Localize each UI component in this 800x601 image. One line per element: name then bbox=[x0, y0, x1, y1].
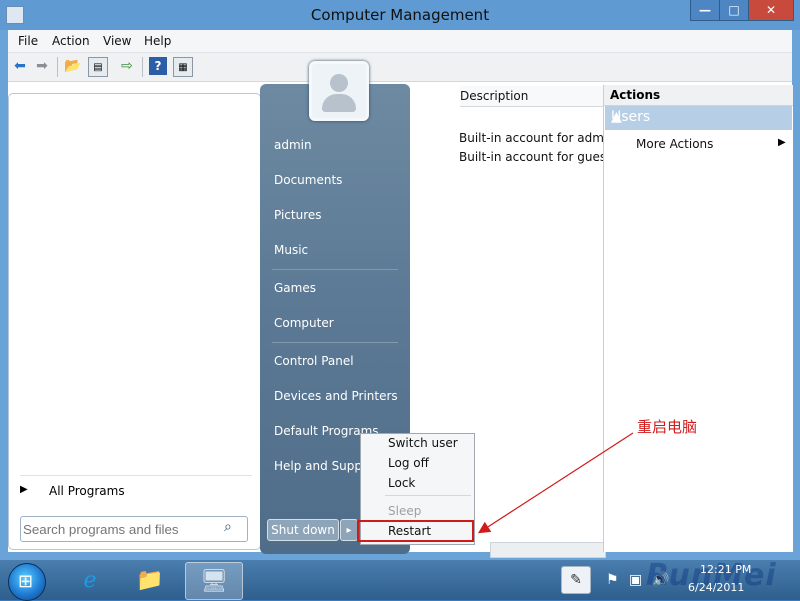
maximize-button[interactable]: □ bbox=[719, 0, 749, 21]
network-icon[interactable]: ▣ bbox=[629, 572, 642, 588]
table-row[interactable]: Built-in account for guest bbox=[459, 150, 611, 164]
start-menu-separator bbox=[272, 342, 398, 343]
menu-bar: File Action View Help bbox=[8, 30, 792, 53]
column-header-label: Description bbox=[460, 89, 529, 103]
shutdown-options-arrow-button[interactable]: ▸ bbox=[340, 519, 358, 541]
start-menu-programs-pane bbox=[8, 93, 261, 550]
windows-explorer-icon[interactable]: 📁 bbox=[126, 562, 174, 598]
start-item-computer[interactable]: Computer bbox=[274, 316, 334, 330]
menu-help[interactable]: Help bbox=[144, 34, 171, 48]
actions-pane: Actions Users ▲ More Actions ▶ bbox=[603, 85, 793, 552]
start-item-games[interactable]: Games bbox=[274, 281, 316, 295]
computer-management-icon[interactable]: 🖥 bbox=[185, 562, 243, 600]
column-header-description[interactable]: Description bbox=[460, 86, 604, 107]
start-orb-button[interactable]: ⊞ bbox=[8, 563, 46, 601]
up-folder-icon[interactable]: 📂 bbox=[64, 57, 82, 75]
more-actions-item[interactable]: More Actions bbox=[636, 137, 713, 151]
toolbar: ⬅ ➡ 📂 ▤ ⇨ ? ▦ bbox=[8, 53, 792, 82]
user-avatar[interactable] bbox=[309, 61, 369, 121]
menu-item-log-off[interactable]: Log off bbox=[388, 456, 429, 470]
users-section-header[interactable]: Users ▲ bbox=[605, 106, 792, 130]
all-programs-arrow-icon: ▶ bbox=[20, 484, 28, 495]
properties-icon[interactable]: ▦ bbox=[173, 57, 193, 77]
menu-view[interactable]: View bbox=[103, 34, 131, 48]
show-hide-tree-icon[interactable]: ▤ bbox=[88, 57, 108, 77]
minimize-button[interactable]: — bbox=[690, 0, 720, 21]
shutdown-button[interactable]: Shut down bbox=[267, 519, 339, 541]
windows-logo-icon: ⊞ bbox=[18, 571, 34, 592]
start-item-admin[interactable]: admin bbox=[274, 138, 312, 152]
start-item-control-panel[interactable]: Control Panel bbox=[274, 354, 354, 368]
start-item-music[interactable]: Music bbox=[274, 243, 308, 257]
menu-item-switch-user[interactable]: Switch user bbox=[388, 436, 458, 450]
actions-title: Actions bbox=[610, 88, 661, 102]
clock-time[interactable]: 12:21 PM bbox=[700, 563, 751, 576]
export-list-icon[interactable]: ⇨ bbox=[118, 57, 136, 75]
search-icon[interactable]: ⌕ bbox=[224, 519, 232, 535]
help-icon[interactable]: ? bbox=[149, 57, 167, 75]
actions-header: Actions bbox=[604, 85, 793, 106]
internet-explorer-icon[interactable]: ℯ bbox=[66, 562, 114, 598]
restart-highlight-box bbox=[357, 520, 474, 542]
start-item-devices-and-printers[interactable]: Devices and Printers bbox=[274, 389, 398, 403]
menu-item-lock[interactable]: Lock bbox=[388, 476, 415, 490]
annotation-label: 重启电脑 bbox=[637, 418, 698, 436]
window-title: Computer Management bbox=[310, 6, 490, 24]
action-center-flag-icon[interactable]: ⚑ bbox=[606, 572, 619, 588]
search-programs-input[interactable] bbox=[20, 516, 248, 542]
close-button[interactable]: ✕ bbox=[748, 0, 794, 21]
menu-file[interactable]: File bbox=[18, 34, 38, 48]
back-arrow-icon[interactable]: ⬅ bbox=[11, 57, 29, 75]
menu-action[interactable]: Action bbox=[52, 34, 90, 48]
toolbar-separator bbox=[57, 57, 58, 77]
start-menu-separator bbox=[272, 269, 398, 270]
horizontal-scrollbar[interactable] bbox=[490, 542, 606, 558]
toolbar-separator bbox=[142, 57, 143, 77]
all-programs-link[interactable]: All Programs bbox=[49, 484, 125, 498]
forward-arrow-icon[interactable]: ➡ bbox=[33, 57, 51, 75]
start-item-pictures[interactable]: Pictures bbox=[274, 208, 322, 222]
title-bar[interactable]: Computer Management bbox=[0, 0, 800, 30]
all-programs-separator bbox=[20, 475, 252, 476]
menu-separator bbox=[385, 495, 471, 496]
start-item-documents[interactable]: Documents bbox=[274, 173, 342, 187]
pen-input-icon[interactable]: ✎ bbox=[561, 566, 591, 594]
collapse-up-icon[interactable]: ▲ bbox=[611, 109, 622, 125]
table-row[interactable]: Built-in account for admin bbox=[459, 131, 615, 145]
menu-item-sleep: Sleep bbox=[388, 504, 422, 518]
clock-date[interactable]: 6/24/2011 bbox=[688, 581, 744, 594]
submenu-arrow-icon: ▶ bbox=[778, 137, 786, 148]
